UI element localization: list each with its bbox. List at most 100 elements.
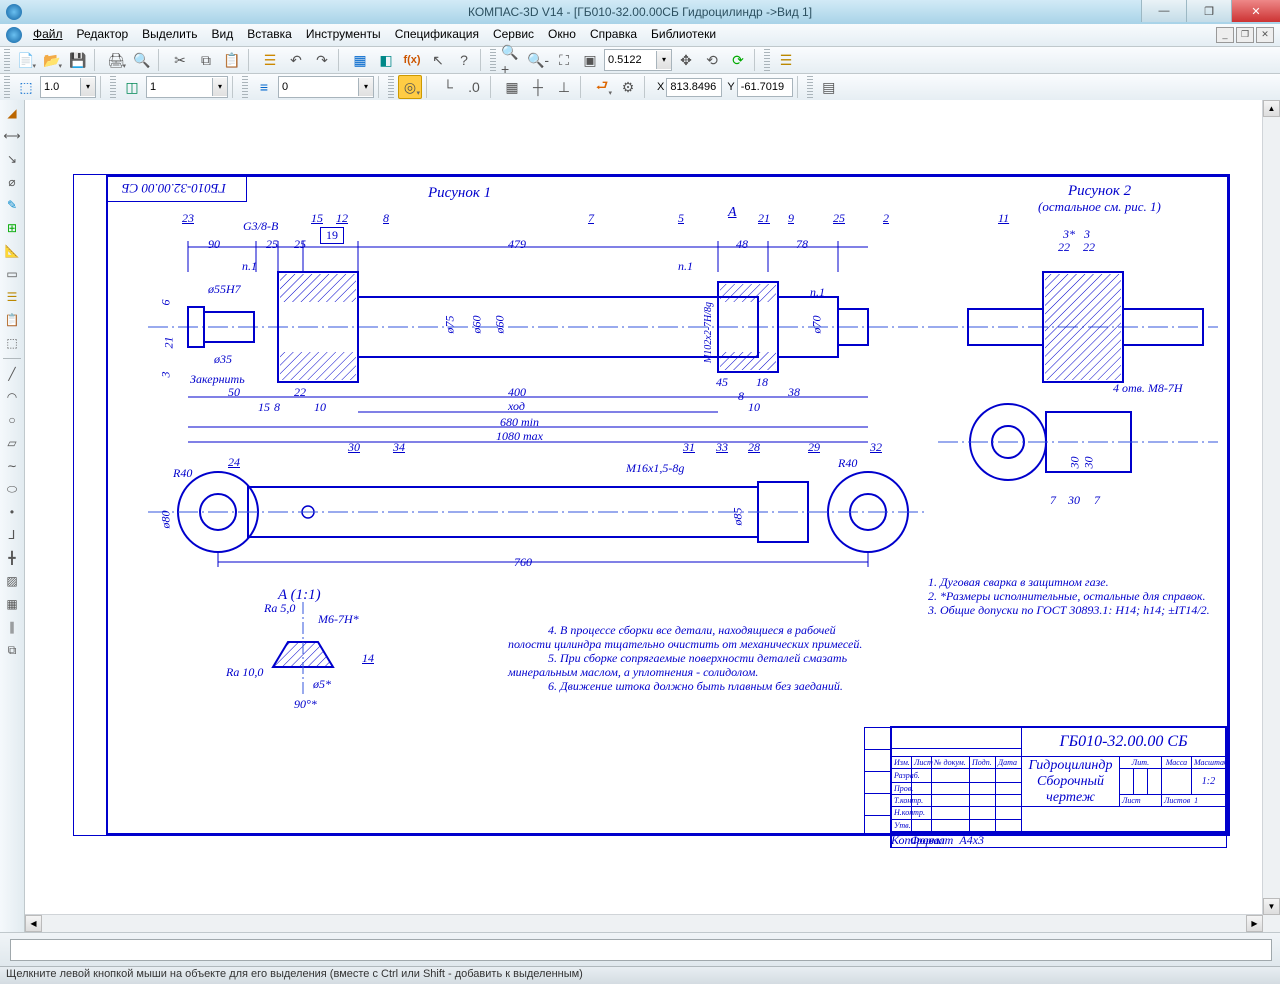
tb-bottom-row: Копировал Формат А4х3 [890,833,1227,848]
layer-combo[interactable]: 1▾ [146,76,228,98]
menu-window[interactable]: Окно [541,25,583,45]
menu-libs[interactable]: Библиотеки [644,25,723,45]
print-preview-button[interactable]: 🔍 [130,48,154,72]
cut-button[interactable]: ✂ [168,48,192,72]
zoom-out-button[interactable]: 🔍- [526,48,550,72]
edit-panel-button[interactable]: ✎ [1,194,23,216]
linestyle-button[interactable]: ≡ [252,75,276,99]
drawing-canvas[interactable]: ГБ010-32.00.00 СБ Рисунок 1 Рисунок 2 (о… [25,100,1280,932]
menu-file[interactable]: Файл [26,25,70,45]
new-doc-button[interactable]: 📄 [14,48,38,72]
command-input[interactable] [10,939,1272,961]
help-button[interactable]: ? [452,48,476,72]
menu-spec[interactable]: Спецификация [388,25,486,45]
step-button[interactable]: ⮐ [590,75,614,99]
param-button[interactable]: ⚙ [616,75,640,99]
spec-bom-button[interactable]: ☰ [774,48,798,72]
side-designation-box: ГБ010-32.00.00 СБ [108,177,247,202]
vertical-scrollbar[interactable]: ▲ ▼ [1262,100,1280,915]
ellipse-button[interactable]: ⬭ [1,478,23,500]
scroll-right-button[interactable]: ▶ [1246,915,1263,932]
zoom-in-button[interactable]: 🔍+ [500,48,524,72]
rect-button[interactable]: ▱ [1,432,23,454]
scale-combo[interactable]: 1.0▾ [40,76,96,98]
measure-panel-button[interactable]: 📐 [1,240,23,262]
circle-button[interactable]: ○ [1,409,23,431]
print-button[interactable]: 🖨 [104,48,128,72]
ortho-lock-button[interactable]: ⊥ [552,75,576,99]
hatch-button[interactable]: ▨ [1,570,23,592]
view-state-button[interactable]: ⬚ [14,75,38,99]
doc-mgr-button[interactable]: ▤ [817,75,841,99]
mdi-min-button[interactable]: _ [1216,27,1234,43]
horizontal-scrollbar[interactable]: ◀ ▶ [25,914,1263,932]
minimize-button[interactable]: — [1141,0,1186,22]
paste-button[interactable]: 📋 [220,48,244,72]
maximize-button[interactable]: ❐ [1186,0,1231,22]
redo-button[interactable]: ↷ [310,48,334,72]
menu-tools[interactable]: Инструменты [299,25,388,45]
properties-button[interactable]: ☰ [258,48,282,72]
hatch2-button[interactable]: ▦ [1,593,23,615]
doc-logo-icon [6,27,22,43]
model-mgr-button[interactable]: ◧ [374,48,398,72]
mdi-close-button[interactable]: ✕ [1256,27,1274,43]
pointer-button[interactable]: ↖ [426,48,450,72]
spline-button[interactable]: ∼ [1,455,23,477]
coord-x-input[interactable] [666,78,722,97]
pan-button[interactable]: ✥ [674,48,698,72]
select-panel-button[interactable]: ▭ [1,263,23,285]
fig1-drawing [148,217,948,497]
mdi-restore-button[interactable]: ❐ [1236,27,1254,43]
grid-toggle-button[interactable]: ▦ [500,75,524,99]
round-button[interactable]: .0 [462,75,486,99]
arc-button[interactable]: ◠ [1,386,23,408]
left-toolbar: ◢ ⟷ ↘ ⌀ ✎ ⊞ 📐 ▭ ☰ 📋 ⬚ ╱ ◠ ○ ▱ ∼ ⬭ • ⅃ ╋ … [0,100,25,932]
redraw-button[interactable]: ⟳ [726,48,750,72]
geometry-panel-button[interactable]: ◢ [1,102,23,124]
undo-button[interactable]: ↶ [284,48,308,72]
polyline-button[interactable]: ⅃ [1,524,23,546]
precision-panel-button[interactable]: ⌀ [1,171,23,193]
layer-state-button[interactable]: ◫ [120,75,144,99]
menu-view[interactable]: Вид [205,25,241,45]
menu-edit[interactable]: Редактор [70,25,136,45]
reports-panel-button[interactable]: 📋 [1,309,23,331]
spec-panel-button[interactable]: ☰ [1,286,23,308]
autoaxis-button[interactable]: ╋ [1,547,23,569]
menu-help[interactable]: Справка [583,25,644,45]
line-button[interactable]: ╱ [1,363,23,385]
designation-panel-button[interactable]: ↘ [1,148,23,170]
open-button[interactable]: 📂 [40,48,64,72]
snap-button[interactable]: ◎ [398,75,422,99]
coord-y-input[interactable] [737,78,793,97]
zoom-combo[interactable]: 0.5122▾ [604,49,672,71]
note-3: 3. Общие допуски по ГОСТ 30893.1: H14; h… [928,603,1210,618]
point-button[interactable]: • [1,501,23,523]
copy-button[interactable]: ⧉ [194,48,218,72]
zoom-window-button[interactable]: ⛶ [552,48,576,72]
linestyle-combo[interactable]: 0▾ [278,76,374,98]
close-button[interactable]: ✕ [1231,0,1280,22]
equid-button[interactable]: ∥ [1,616,23,638]
toolbar-grip[interactable] [4,49,10,71]
scrollbar-corner [1263,915,1280,932]
variables-button[interactable]: f(x) [400,48,424,72]
toolbar-state: ⬚ 1.0▾ ◫ 1▾ ≡ 0▾ ◎ └ .0 ▦ ┼ ⊥ ⮐ ⚙ X Y ▤ [0,74,1280,101]
scroll-up-button[interactable]: ▲ [1263,100,1280,117]
save-button[interactable]: 💾 [66,48,90,72]
param-panel-button[interactable]: ⊞ [1,217,23,239]
localcs-button[interactable]: ┼ [526,75,550,99]
ortho-button[interactable]: └ [436,75,460,99]
menu-select[interactable]: Выделить [135,25,204,45]
assoc-views-button[interactable]: ⬚ [1,332,23,354]
zoom-fit-button[interactable]: ▣ [578,48,602,72]
collect-button[interactable]: ⧉ [1,639,23,661]
dims-panel-button[interactable]: ⟷ [1,125,23,147]
library-mgr-button[interactable]: ▦ [348,48,372,72]
zoom-prev-button[interactable]: ⟲ [700,48,724,72]
scroll-down-button[interactable]: ▼ [1263,898,1280,915]
scroll-left-button[interactable]: ◀ [25,915,42,932]
menu-service[interactable]: Сервис [486,25,541,45]
menu-insert[interactable]: Вставка [240,25,299,45]
